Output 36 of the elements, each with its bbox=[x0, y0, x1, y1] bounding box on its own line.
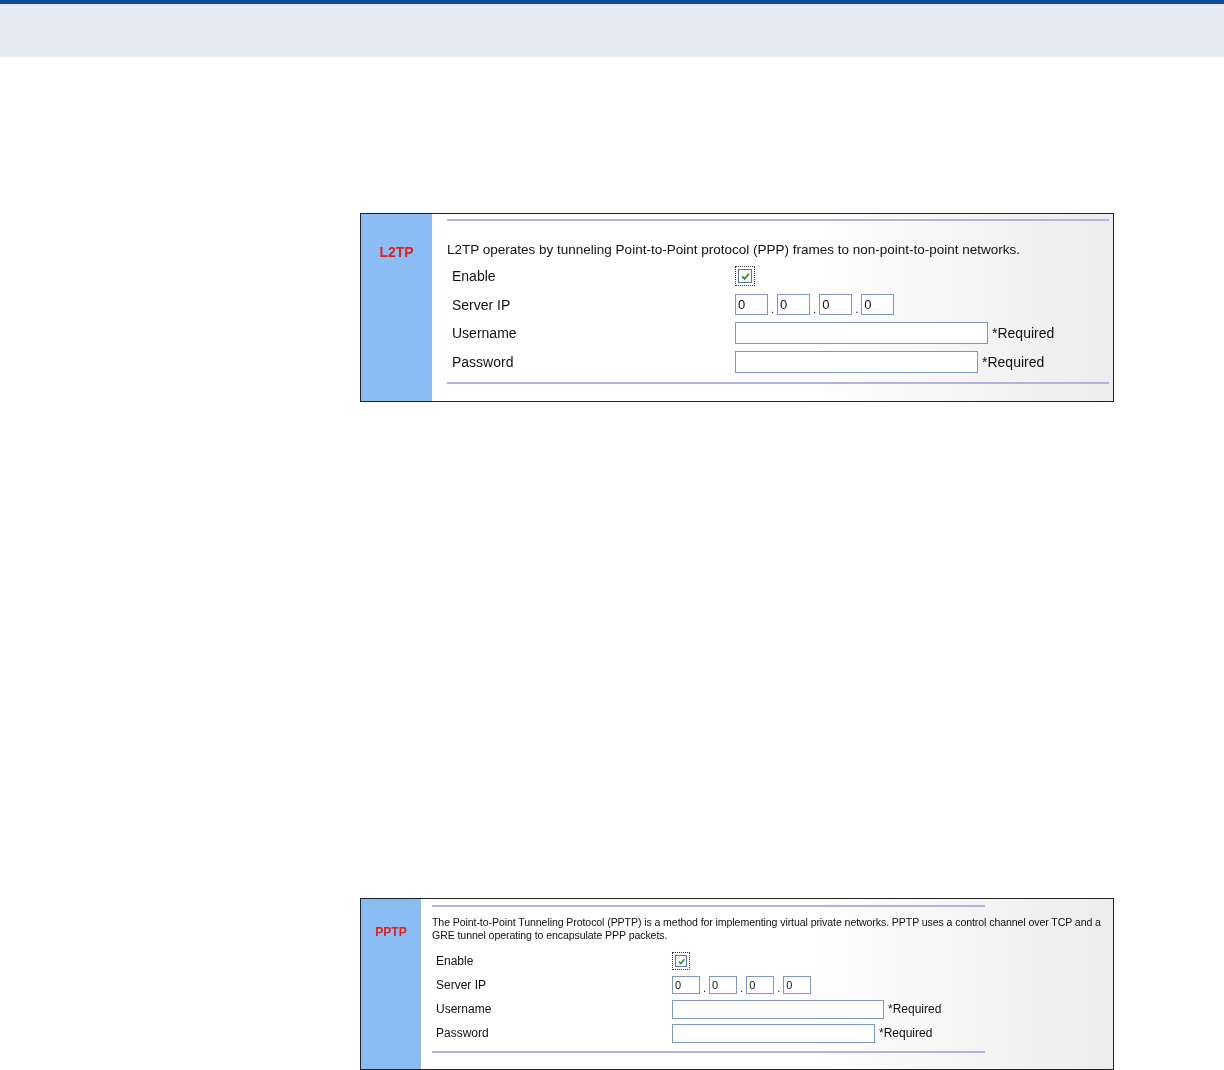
field-label: Enable bbox=[436, 954, 475, 968]
ip-octet-field[interactable]: 0 bbox=[672, 976, 700, 994]
panel-title: L2TP bbox=[379, 244, 414, 260]
enable-checkbox[interactable] bbox=[738, 269, 752, 284]
field-label: Username bbox=[436, 1002, 493, 1016]
field-label: Enable bbox=[452, 268, 497, 285]
ip-octet-field[interactable]: 0 bbox=[709, 976, 738, 994]
ip-octet-field[interactable]: 0 bbox=[819, 294, 853, 316]
field-label: Username bbox=[452, 325, 518, 342]
ip-separator: . bbox=[770, 303, 776, 316]
ip-separator: . bbox=[702, 982, 708, 994]
ip-separator: . bbox=[776, 982, 782, 994]
username-field[interactable] bbox=[735, 322, 988, 345]
ip-separator: . bbox=[739, 982, 745, 994]
password-field[interactable] bbox=[672, 1023, 875, 1043]
enable-checkbox[interactable] bbox=[675, 955, 687, 967]
panel-description: The Point-to-Point Tunneling Protocol (PPTP) is a method for implementing virtual private networks. PPTP uses a control channel over TCP and a GRE tunnel operating to encapsulate PPP packets. bbox=[432, 916, 1102, 942]
panel-description: L2TP operates by tunneling Point-to-Point protocol (PPP) frames to non-point-to-point networks. bbox=[447, 242, 1022, 257]
required-note: *Required bbox=[992, 325, 1055, 342]
ip-octet-field[interactable]: 0 bbox=[783, 976, 812, 994]
username-field[interactable] bbox=[672, 999, 884, 1019]
panel-title: PPTP bbox=[375, 925, 407, 939]
ip-octet-field[interactable]: 0 bbox=[735, 294, 768, 316]
required-note: *Required bbox=[879, 1026, 933, 1040]
ip-octet-field[interactable]: 0 bbox=[746, 976, 775, 994]
field-label: Password bbox=[452, 353, 515, 370]
required-note: *Required bbox=[982, 353, 1045, 370]
field-label: Server IP bbox=[436, 978, 487, 992]
ip-octet-field[interactable]: 0 bbox=[861, 294, 895, 316]
field-label: Password bbox=[436, 1026, 490, 1040]
field-label: Server IP bbox=[452, 296, 512, 313]
ip-separator: . bbox=[812, 303, 818, 316]
password-field[interactable] bbox=[735, 350, 978, 373]
ip-separator: . bbox=[854, 303, 860, 316]
ip-octet-field[interactable]: 0 bbox=[777, 294, 811, 316]
required-note: *Required bbox=[888, 1002, 942, 1016]
